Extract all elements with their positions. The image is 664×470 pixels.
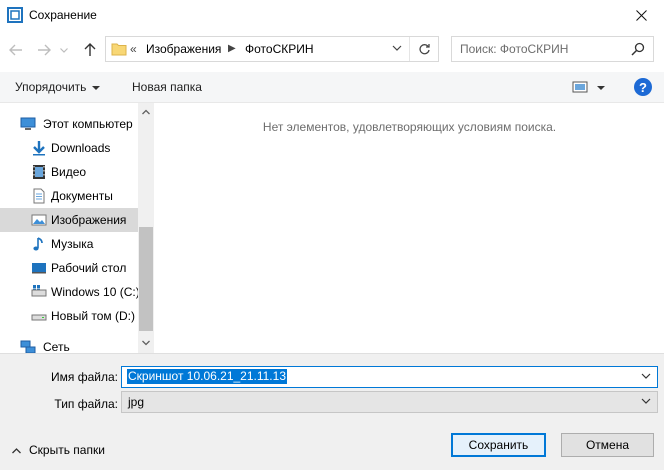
nav-item-drive-d[interactable]: Новый том (D:) (0, 304, 138, 328)
up-button[interactable] (80, 40, 100, 60)
navigation-pane[interactable]: Этот компьютер Downloads Видео Документы… (0, 103, 154, 354)
organize-button[interactable]: Упорядочить (15, 80, 101, 94)
breadcrumb-pictures[interactable]: Изображения (146, 42, 221, 56)
drive-icon (31, 314, 47, 321)
nav-item-desktop[interactable]: Рабочий стол (0, 256, 138, 280)
breadcrumb-separator-icon[interactable]: ▶ (228, 43, 236, 54)
nav-item-drive-c[interactable]: Windows 10 (C:) (0, 280, 140, 304)
nav-item-downloads[interactable]: Downloads (0, 136, 138, 160)
filename-value[interactable]: Скриншот 10.06.21_21.11.13 (127, 369, 287, 384)
filename-label: Имя файла: (51, 370, 118, 384)
scroll-thumb[interactable] (139, 227, 153, 331)
filetype-select[interactable]: jpg (121, 391, 658, 413)
save-dialog-icon (7, 7, 23, 23)
close-icon (635, 10, 647, 21)
chevron-up-icon (12, 448, 21, 454)
nav-item-label: Windows 10 (C:) (51, 285, 140, 299)
documents-icon (33, 188, 45, 204)
filetype-label: Тип файла: (54, 397, 118, 411)
search-placeholder: Поиск: ФотоСКРИН (460, 42, 569, 56)
nav-item-label: Видео (51, 165, 87, 179)
cancel-button[interactable]: Отмена (561, 433, 654, 457)
new-folder-button[interactable]: Новая папка (132, 80, 202, 94)
forward-button[interactable] (34, 40, 54, 60)
chevron-up-icon[interactable] (142, 109, 150, 115)
arrow-right-icon (38, 44, 51, 56)
save-button[interactable]: Сохранить (451, 433, 546, 457)
back-button[interactable] (6, 40, 26, 60)
filename-input[interactable]: Скриншот 10.06.21_21.11.13 (121, 366, 658, 388)
refresh-button[interactable] (409, 37, 438, 61)
nav-scrollbar[interactable] (138, 103, 154, 353)
nav-item-label: Этот компьютер (43, 117, 133, 131)
help-icon[interactable]: ? (634, 78, 652, 96)
address-dropdown-icon[interactable] (392, 43, 402, 53)
view-options-icon[interactable] (572, 80, 588, 94)
folder-icon (111, 43, 127, 56)
search-icon (631, 42, 645, 56)
nav-item-label: Музыка (51, 237, 94, 251)
nav-item-documents[interactable]: Документы (0, 184, 138, 208)
nav-item-videos[interactable]: Видео (0, 160, 138, 184)
nav-item-label: Downloads (51, 141, 111, 155)
chevron-down-icon (60, 47, 68, 53)
organize-label: Упорядочить (15, 80, 87, 94)
chevron-down-icon[interactable] (142, 340, 150, 346)
nav-item-pictures[interactable]: Изображения (0, 208, 138, 232)
refresh-icon (418, 43, 430, 54)
breadcrumb-fotoskrin[interactable]: ФотоСКРИН (245, 42, 314, 56)
hide-folders-label: Скрыть папки (29, 443, 105, 457)
address-overflow[interactable]: « (130, 42, 137, 56)
close-button[interactable] (618, 0, 664, 31)
title-bar: Сохранение (0, 0, 664, 31)
filetype-value: jpg (128, 395, 145, 409)
computer-icon (20, 117, 36, 130)
arrow-left-icon (9, 44, 22, 56)
recent-locations-button[interactable] (58, 40, 70, 60)
video-icon (33, 165, 45, 179)
nav-item-label: Изображения (51, 213, 127, 227)
chevron-down-icon[interactable] (641, 397, 651, 405)
file-list[interactable]: Нет элементов, удовлетворяющих условиям … (155, 103, 664, 353)
music-icon (33, 237, 43, 251)
hide-folders-button[interactable]: Скрыть папки (12, 443, 105, 457)
download-arrow-icon (33, 141, 45, 156)
search-input[interactable]: Поиск: ФотоСКРИН (451, 36, 654, 62)
nav-item-label: Сеть (43, 340, 70, 354)
nav-item-label: Новый том (D:) (51, 309, 135, 323)
chevron-down-icon (92, 85, 101, 90)
nav-item-this-pc[interactable]: Этот компьютер (0, 112, 138, 136)
pictures-icon (31, 214, 47, 226)
nav-item-label: Документы (51, 189, 113, 203)
nav-item-label: Рабочий стол (51, 261, 127, 275)
window-title: Сохранение (29, 8, 97, 22)
system-drive-icon (31, 285, 47, 297)
address-bar[interactable]: « Изображения ▶ ФотоСКРИН (105, 36, 439, 62)
chevron-down-icon[interactable] (641, 372, 651, 380)
nav-item-music[interactable]: Музыка (0, 232, 138, 256)
empty-message: Нет элементов, удовлетворяющих условиям … (262, 120, 557, 134)
arrow-up-icon (84, 43, 96, 56)
view-dropdown-icon[interactable] (597, 86, 605, 90)
desktop-icon (32, 263, 46, 274)
